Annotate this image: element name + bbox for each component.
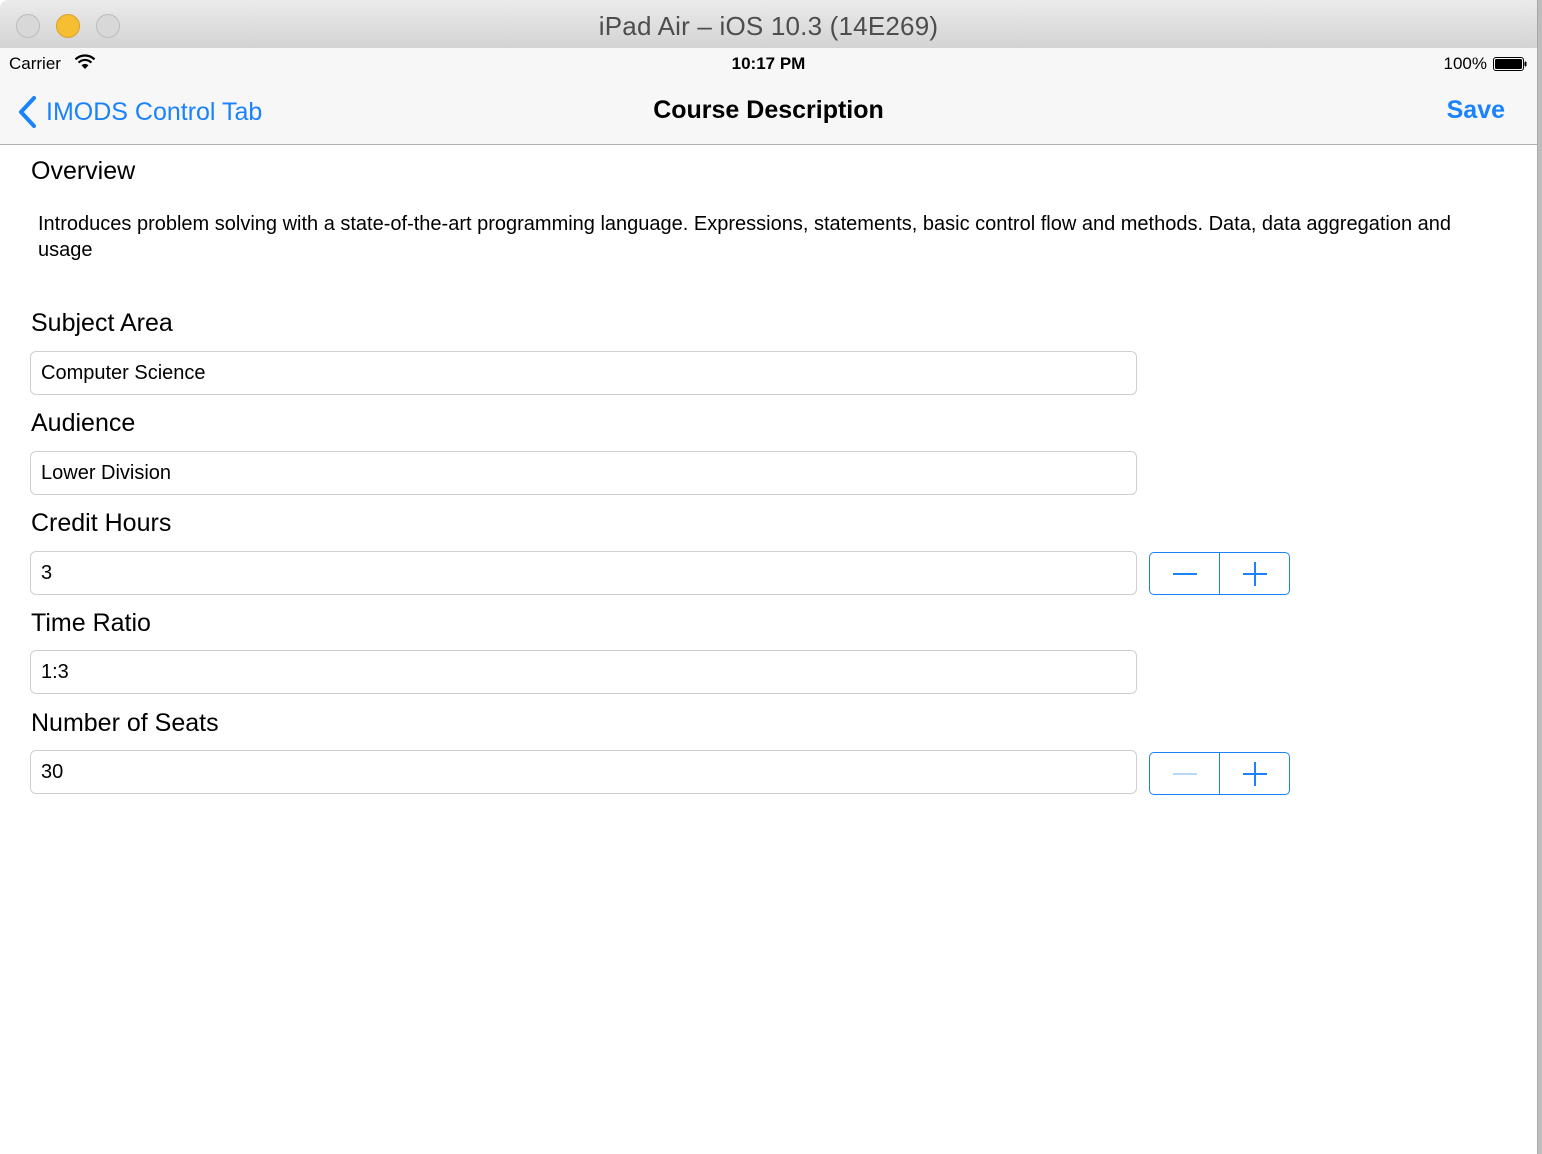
subject-area-field[interactable]: Computer Science (30, 351, 1137, 395)
number-of-seats-stepper (1149, 752, 1290, 795)
subject-area-label: Subject Area (31, 309, 173, 337)
credit-hours-decrement-button[interactable] (1150, 553, 1220, 594)
navigation-bar: IMODS Control Tab Course Description Sav… (0, 80, 1537, 145)
window-titlebar: iPad Air – iOS 10.3 (14E269) (0, 0, 1537, 49)
overview-text[interactable]: Introduces problem solving with a state-… (38, 211, 1468, 263)
number-of-seats-label: Number of Seats (31, 709, 219, 737)
time-ratio-field[interactable]: 1:3 (30, 650, 1137, 694)
overview-label: Overview (31, 157, 136, 185)
minus-icon (1172, 572, 1197, 575)
plus-icon (1242, 561, 1267, 586)
battery-icon (1493, 57, 1527, 71)
credit-hours-label: Credit Hours (31, 509, 172, 537)
save-button[interactable]: Save (1447, 96, 1505, 125)
background-window-edge (1537, 0, 1542, 1154)
battery-percentage: 100% (1443, 54, 1487, 73)
page-title: Course Description (653, 96, 884, 124)
time-ratio-label: Time Ratio (31, 609, 151, 637)
number-of-seats-field[interactable]: 30 (30, 750, 1137, 794)
audience-label: Audience (31, 409, 136, 437)
credit-hours-stepper (1149, 552, 1290, 595)
window-title: iPad Air – iOS 10.3 (14E269) (598, 11, 939, 41)
number-of-seats-increment-button[interactable] (1220, 753, 1289, 794)
simulator-window: iPad Air – iOS 10.3 (14E269) Carrier 10:… (0, 0, 1537, 1154)
number-of-seats-decrement-button[interactable] (1150, 753, 1220, 794)
audience-field[interactable]: Lower Division (30, 451, 1137, 495)
credit-hours-field[interactable]: 3 (30, 551, 1137, 595)
credit-hours-increment-button[interactable] (1220, 553, 1289, 594)
minus-icon (1172, 772, 1197, 775)
plus-icon (1242, 761, 1267, 786)
status-time: 10:17 PM (731, 54, 806, 73)
ios-status-bar: Carrier 10:17 PM 100% (0, 48, 1537, 80)
